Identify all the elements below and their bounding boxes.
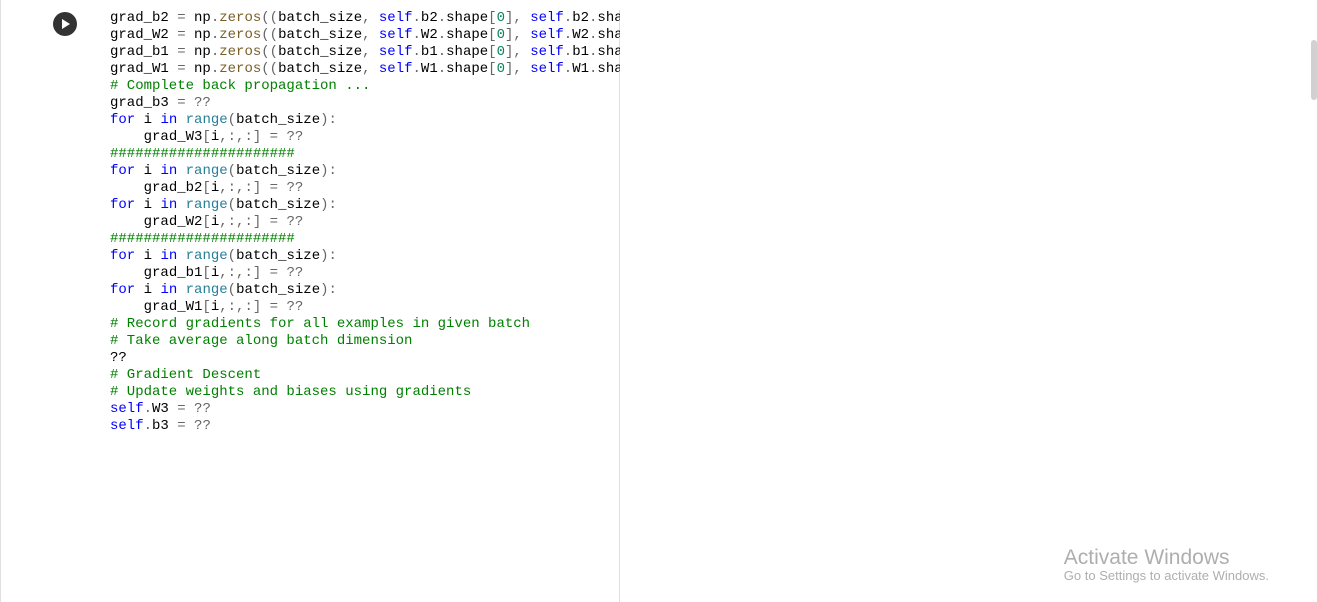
- play-icon: [61, 19, 71, 29]
- code-line[interactable]: grad_W3[i,:,:] = ??: [110, 129, 609, 146]
- vertical-scrollbar[interactable]: [1311, 0, 1317, 602]
- code-line[interactable]: grad_W1 = np.zeros((batch_size, self.W1.…: [110, 61, 609, 78]
- code-line[interactable]: grad_b2 = np.zeros((batch_size, self.b2.…: [110, 10, 609, 27]
- code-line[interactable]: for i in range(batch_size):: [110, 282, 609, 299]
- code-line[interactable]: grad_W2 = np.zeros((batch_size, self.W2.…: [110, 27, 609, 44]
- empty-space: [620, 10, 1317, 602]
- code-line[interactable]: ######################: [110, 146, 609, 163]
- code-line[interactable]: grad_W2[i,:,:] = ??: [110, 214, 609, 231]
- left-margin: [0, 0, 20, 602]
- code-cell: grad_b2 = np.zeros((batch_size, self.b2.…: [20, 0, 1317, 602]
- code-line[interactable]: for i in range(batch_size):: [110, 197, 609, 214]
- notebook-container: grad_b2 = np.zeros((batch_size, self.b2.…: [0, 0, 1317, 602]
- code-line[interactable]: for i in range(batch_size):: [110, 112, 609, 129]
- code-line[interactable]: # Gradient Descent: [110, 367, 609, 384]
- cell-gutter: [20, 10, 110, 602]
- code-line[interactable]: # Update weights and biases using gradie…: [110, 384, 609, 401]
- code-line[interactable]: for i in range(batch_size):: [110, 248, 609, 265]
- code-line[interactable]: # Take average along batch dimension: [110, 333, 609, 350]
- code-line[interactable]: # Record gradients for all examples in g…: [110, 316, 609, 333]
- code-line[interactable]: self.W3 = ??: [110, 401, 609, 418]
- code-editor[interactable]: grad_b2 = np.zeros((batch_size, self.b2.…: [110, 10, 620, 602]
- run-cell-button[interactable]: [53, 12, 77, 36]
- code-line[interactable]: grad_b3 = ??: [110, 95, 609, 112]
- code-line[interactable]: ######################: [110, 231, 609, 248]
- code-line[interactable]: self.b3 = ??: [110, 418, 609, 435]
- code-line[interactable]: grad_b1[i,:,:] = ??: [110, 265, 609, 282]
- scrollbar-thumb[interactable]: [1311, 40, 1317, 100]
- code-line[interactable]: for i in range(batch_size):: [110, 163, 609, 180]
- code-line[interactable]: grad_b1 = np.zeros((batch_size, self.b1.…: [110, 44, 609, 61]
- code-line[interactable]: # Complete back propagation ...: [110, 78, 609, 95]
- code-line[interactable]: grad_b2[i,:,:] = ??: [110, 180, 609, 197]
- code-line[interactable]: ??: [110, 350, 609, 367]
- code-line[interactable]: grad_W1[i,:,:] = ??: [110, 299, 609, 316]
